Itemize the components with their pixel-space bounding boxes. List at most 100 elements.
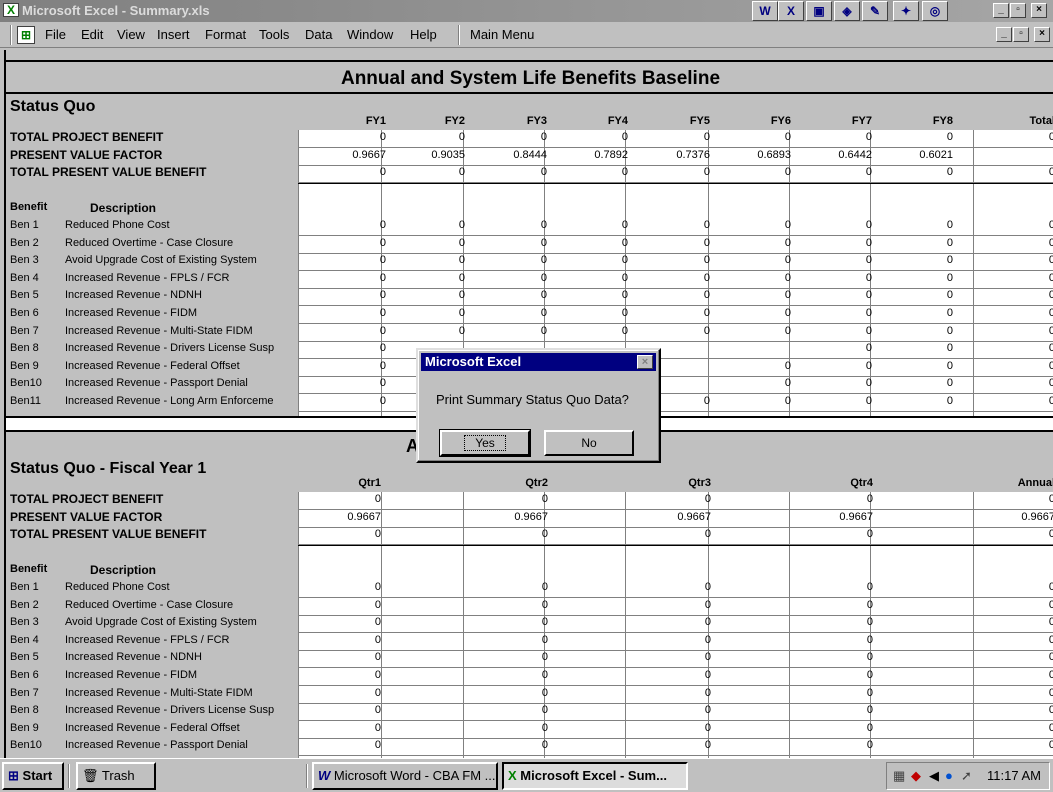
cell-value[interactable]: 0: [405, 166, 465, 178]
cell-value[interactable]: 0: [731, 289, 791, 301]
cell-value[interactable]: 0: [651, 687, 711, 699]
cell-value[interactable]: 0: [321, 581, 381, 593]
cell-value[interactable]: 0: [488, 634, 548, 646]
cell-value[interactable]: 0.9035: [405, 149, 465, 161]
office-shortcut-icon[interactable]: ◈: [834, 1, 860, 21]
cell-value[interactable]: 0: [568, 325, 628, 337]
cell-value[interactable]: 0: [321, 493, 381, 505]
cell-value[interactable]: 0: [893, 237, 953, 249]
document-icon[interactable]: ⊞: [17, 26, 35, 44]
cell-value[interactable]: 0: [813, 669, 873, 681]
cell-value[interactable]: 0: [731, 377, 791, 389]
cell-value[interactable]: 0: [651, 616, 711, 628]
cell-value[interactable]: 0: [995, 739, 1053, 751]
no-button[interactable]: No: [544, 430, 634, 456]
cell-value[interactable]: 0: [650, 131, 710, 143]
cell-value[interactable]: 0: [488, 528, 548, 540]
cell-value[interactable]: 0: [813, 722, 873, 734]
cell-value[interactable]: 0: [995, 219, 1053, 231]
cell-value[interactable]: 0: [893, 219, 953, 231]
cell-value[interactable]: 0: [321, 704, 381, 716]
menu-data[interactable]: Data: [305, 27, 332, 42]
cell-value[interactable]: 0: [405, 131, 465, 143]
cell-value[interactable]: 0: [568, 219, 628, 231]
cell-value[interactable]: 0: [995, 307, 1053, 319]
cell-value[interactable]: 0: [995, 669, 1053, 681]
taskbar-item-word[interactable]: W Microsoft Word - CBA FM ...: [312, 762, 498, 790]
cell-value[interactable]: 0: [321, 599, 381, 611]
cell-value[interactable]: 0: [326, 342, 386, 354]
office-shortcut-icon[interactable]: ✎: [862, 1, 888, 21]
cell-value[interactable]: 0: [568, 166, 628, 178]
cell-value[interactable]: 0: [731, 360, 791, 372]
cell-value[interactable]: 0: [995, 342, 1053, 354]
cell-value[interactable]: 0.9667: [321, 511, 381, 523]
office-shortcut-icon[interactable]: ▣: [806, 1, 832, 21]
speaker-icon[interactable]: ◀: [929, 763, 939, 789]
cell-value[interactable]: 0: [326, 237, 386, 249]
cell-value[interactable]: 0: [893, 377, 953, 389]
cell-value[interactable]: 0: [731, 166, 791, 178]
menu-file[interactable]: File: [45, 27, 66, 42]
cell-value[interactable]: 0: [321, 669, 381, 681]
cell-value[interactable]: 0: [731, 237, 791, 249]
cell-value[interactable]: 0: [568, 131, 628, 143]
cell-value[interactable]: 0: [487, 237, 547, 249]
cell-value[interactable]: 0: [488, 493, 548, 505]
cell-value[interactable]: 0: [995, 254, 1053, 266]
cell-value[interactable]: 0: [893, 360, 953, 372]
cell-value[interactable]: 0: [568, 307, 628, 319]
cell-value[interactable]: 0: [326, 272, 386, 284]
cell-value[interactable]: 0: [731, 395, 791, 407]
cell-value[interactable]: 0: [995, 395, 1053, 407]
cell-value[interactable]: 0: [488, 739, 548, 751]
cell-value[interactable]: 0: [321, 616, 381, 628]
cell-value[interactable]: 0: [488, 581, 548, 593]
cell-value[interactable]: 0: [995, 599, 1053, 611]
cell-value[interactable]: 0: [893, 342, 953, 354]
cell-value[interactable]: 0: [651, 599, 711, 611]
cell-value[interactable]: 0: [488, 704, 548, 716]
cell-value[interactable]: 0: [326, 289, 386, 301]
taskbar-item-excel[interactable]: X Microsoft Excel - Sum...: [502, 762, 688, 790]
cell-value[interactable]: 0: [650, 219, 710, 231]
cell-value[interactable]: 0: [321, 528, 381, 540]
cell-value[interactable]: 0: [995, 131, 1053, 143]
shield-icon[interactable]: ◆: [911, 763, 921, 789]
office-shortcut-icon[interactable]: X: [778, 1, 804, 21]
cell-value[interactable]: 0: [893, 395, 953, 407]
cell-value[interactable]: 0: [405, 219, 465, 231]
cell-value[interactable]: 0: [812, 289, 872, 301]
cell-value[interactable]: 0: [813, 739, 873, 751]
cell-value[interactable]: 0: [812, 342, 872, 354]
cell-value[interactable]: 0: [731, 307, 791, 319]
cell-value[interactable]: 0: [326, 325, 386, 337]
cell-value[interactable]: 0: [995, 272, 1053, 284]
cell-value[interactable]: 0: [995, 722, 1053, 734]
cell-value[interactable]: 0: [995, 581, 1053, 593]
cell-value[interactable]: 0: [405, 272, 465, 284]
cell-value[interactable]: 0.9667: [651, 511, 711, 523]
cell-value[interactable]: 0: [405, 307, 465, 319]
cell-value[interactable]: 0: [813, 634, 873, 646]
office-shortcut-icon[interactable]: ✦: [893, 1, 919, 21]
cell-value[interactable]: 0: [321, 651, 381, 663]
cell-value[interactable]: 0: [812, 360, 872, 372]
cell-value[interactable]: 0: [893, 272, 953, 284]
cell-value[interactable]: 0: [405, 237, 465, 249]
cell-value[interactable]: 0: [893, 166, 953, 178]
cell-value[interactable]: 0: [488, 687, 548, 699]
cell-value[interactable]: 0.9667: [995, 511, 1053, 523]
cell-value[interactable]: 0: [651, 634, 711, 646]
cell-value[interactable]: 0: [487, 272, 547, 284]
arrow-icon[interactable]: ➚: [961, 763, 972, 789]
cell-value[interactable]: 0: [650, 254, 710, 266]
cell-value[interactable]: 0: [995, 651, 1053, 663]
cell-value[interactable]: 0: [812, 325, 872, 337]
cell-value[interactable]: 0: [326, 360, 386, 372]
cell-value[interactable]: 0: [321, 687, 381, 699]
network-icon[interactable]: ▦: [893, 763, 905, 789]
taskbar-item-trash[interactable]: 🗑 Trash: [76, 762, 156, 790]
cell-value[interactable]: 0: [326, 131, 386, 143]
cell-value[interactable]: 0: [731, 325, 791, 337]
